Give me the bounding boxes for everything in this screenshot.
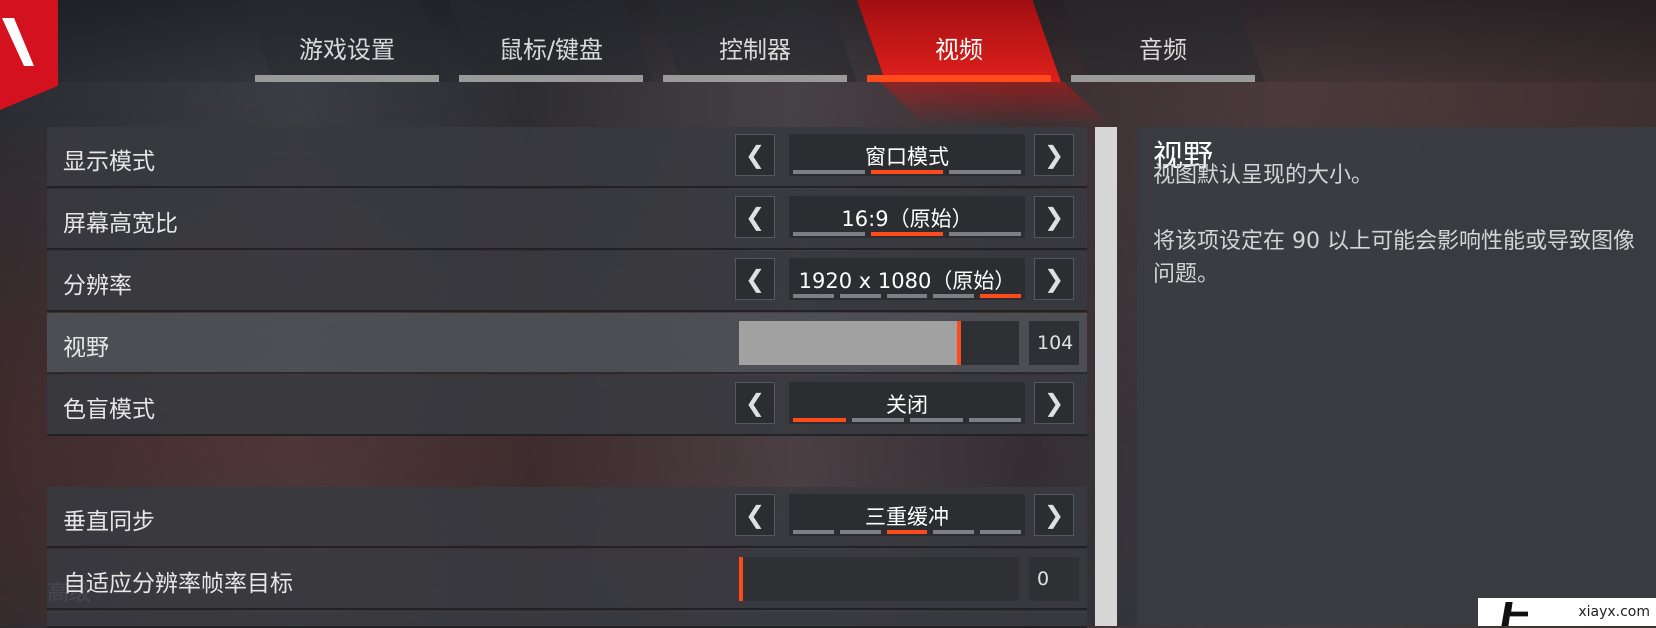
setting-row-fov[interactable]: 视野 104 — [47, 313, 1087, 374]
adaptive-resolution-value: 0 — [1029, 557, 1079, 601]
option-indicator — [793, 294, 1021, 298]
value-selector: 关闭 — [789, 382, 1025, 424]
setting-label: 分辨率 — [63, 273, 132, 299]
watermark-logo — [1501, 602, 1528, 626]
chevron-left-icon[interactable]: ❮ — [735, 196, 775, 238]
tab-label: 鼠标/键盘 — [498, 36, 604, 64]
chevron-left-icon[interactable]: ❮ — [735, 382, 775, 424]
tab-video[interactable]: 视频 — [857, 0, 1061, 82]
adaptive-resolution-slider[interactable] — [739, 557, 1019, 601]
tab-mouse-keyboard[interactable]: 鼠标/键盘 — [449, 0, 653, 82]
setting-value: 1920 x 1080（原始） — [798, 269, 1016, 293]
setting-label: 显示模式 — [63, 149, 155, 175]
info-warning: 将该项设定在 90 以上可能会影响性能或导致图像 — [1153, 229, 1635, 254]
apex-logo — [0, 0, 58, 110]
tab-game-settings[interactable]: 游戏设置 — [245, 0, 449, 82]
watermark: xiayx.com — [1478, 598, 1656, 626]
settings-scrollbar[interactable] — [1095, 127, 1117, 626]
tab-label: 音频 — [1139, 36, 1187, 64]
value-selector: 三重缓冲 — [789, 494, 1025, 536]
option-indicator — [793, 418, 1021, 422]
setting-row-resolution[interactable]: 分辨率 ❮ 1920 x 1080（原始） ❯ — [47, 251, 1087, 312]
info-description: 视图默认呈现的大小。 — [1153, 163, 1374, 188]
chevron-right-icon[interactable]: ❯ — [1034, 134, 1074, 176]
setting-value: 窗口模式 — [865, 145, 949, 169]
info-panel: 视野 视图默认呈现的大小。 将该项设定在 90 以上可能会影响性能或导致图像 问… — [1137, 127, 1656, 626]
fov-value: 104 — [1029, 321, 1079, 365]
fov-slider[interactable] — [739, 321, 1019, 365]
chevron-left-icon[interactable]: ❮ — [735, 134, 775, 176]
setting-value: 三重缓冲 — [865, 505, 949, 529]
setting-label: 屏幕高宽比 — [63, 211, 178, 237]
tab-audio[interactable]: 音频 — [1061, 0, 1265, 82]
setting-row-vsync[interactable]: 垂直同步 ❮ 三重缓冲 ❯ — [47, 487, 1087, 548]
active-tab-shard — [880, 82, 1110, 126]
option-indicator — [793, 232, 1021, 236]
value-selector: 16:9（原始） — [789, 196, 1025, 238]
tab-bar: 游戏设置 鼠标/键盘 控制器 视频 音频 — [0, 0, 1656, 110]
setting-row-aspect-ratio[interactable]: 屏幕高宽比 ❮ 16:9（原始） ❯ — [47, 189, 1087, 250]
chevron-right-icon[interactable]: ❯ — [1034, 196, 1074, 238]
setting-label: 视野 — [63, 335, 109, 361]
slider-handle[interactable] — [957, 321, 961, 365]
chevron-left-icon[interactable]: ❮ — [735, 258, 775, 300]
setting-row-next[interactable] — [47, 611, 1087, 628]
setting-value: 关闭 — [886, 393, 928, 417]
tab-label: 视频 — [935, 36, 983, 64]
setting-value: 16:9（原始） — [841, 207, 973, 231]
slider-handle[interactable] — [739, 557, 743, 601]
slider-fill — [739, 321, 959, 365]
option-indicator — [793, 170, 1021, 174]
setting-row-display-mode[interactable]: 显示模式 ❮ 窗口模式 ❯ — [47, 127, 1087, 188]
setting-row-adaptive-resolution[interactable]: 自适应分辨率帧率目标 0 — [47, 549, 1087, 610]
tab-controller[interactable]: 控制器 — [653, 0, 857, 82]
chevron-right-icon[interactable]: ❯ — [1034, 494, 1074, 536]
chevron-right-icon[interactable]: ❯ — [1034, 258, 1074, 300]
chevron-right-icon[interactable]: ❯ — [1034, 382, 1074, 424]
value-selector: 1920 x 1080（原始） — [789, 258, 1025, 300]
watermark-text: xiayx.com — [1578, 604, 1650, 620]
option-indicator — [793, 530, 1021, 534]
tab-label: 控制器 — [719, 36, 791, 64]
setting-row-colorblind[interactable]: 色盲模式 ❮ 关闭 ❯ — [47, 375, 1087, 436]
info-warning-cont: 问题。 — [1153, 262, 1220, 287]
setting-label: 自适应分辨率帧率目标 — [63, 571, 293, 597]
setting-label: 垂直同步 — [63, 509, 155, 535]
chevron-left-icon[interactable]: ❮ — [735, 494, 775, 536]
setting-label: 色盲模式 — [63, 397, 155, 423]
tab-label: 游戏设置 — [299, 36, 395, 64]
value-selector: 窗口模式 — [789, 134, 1025, 176]
